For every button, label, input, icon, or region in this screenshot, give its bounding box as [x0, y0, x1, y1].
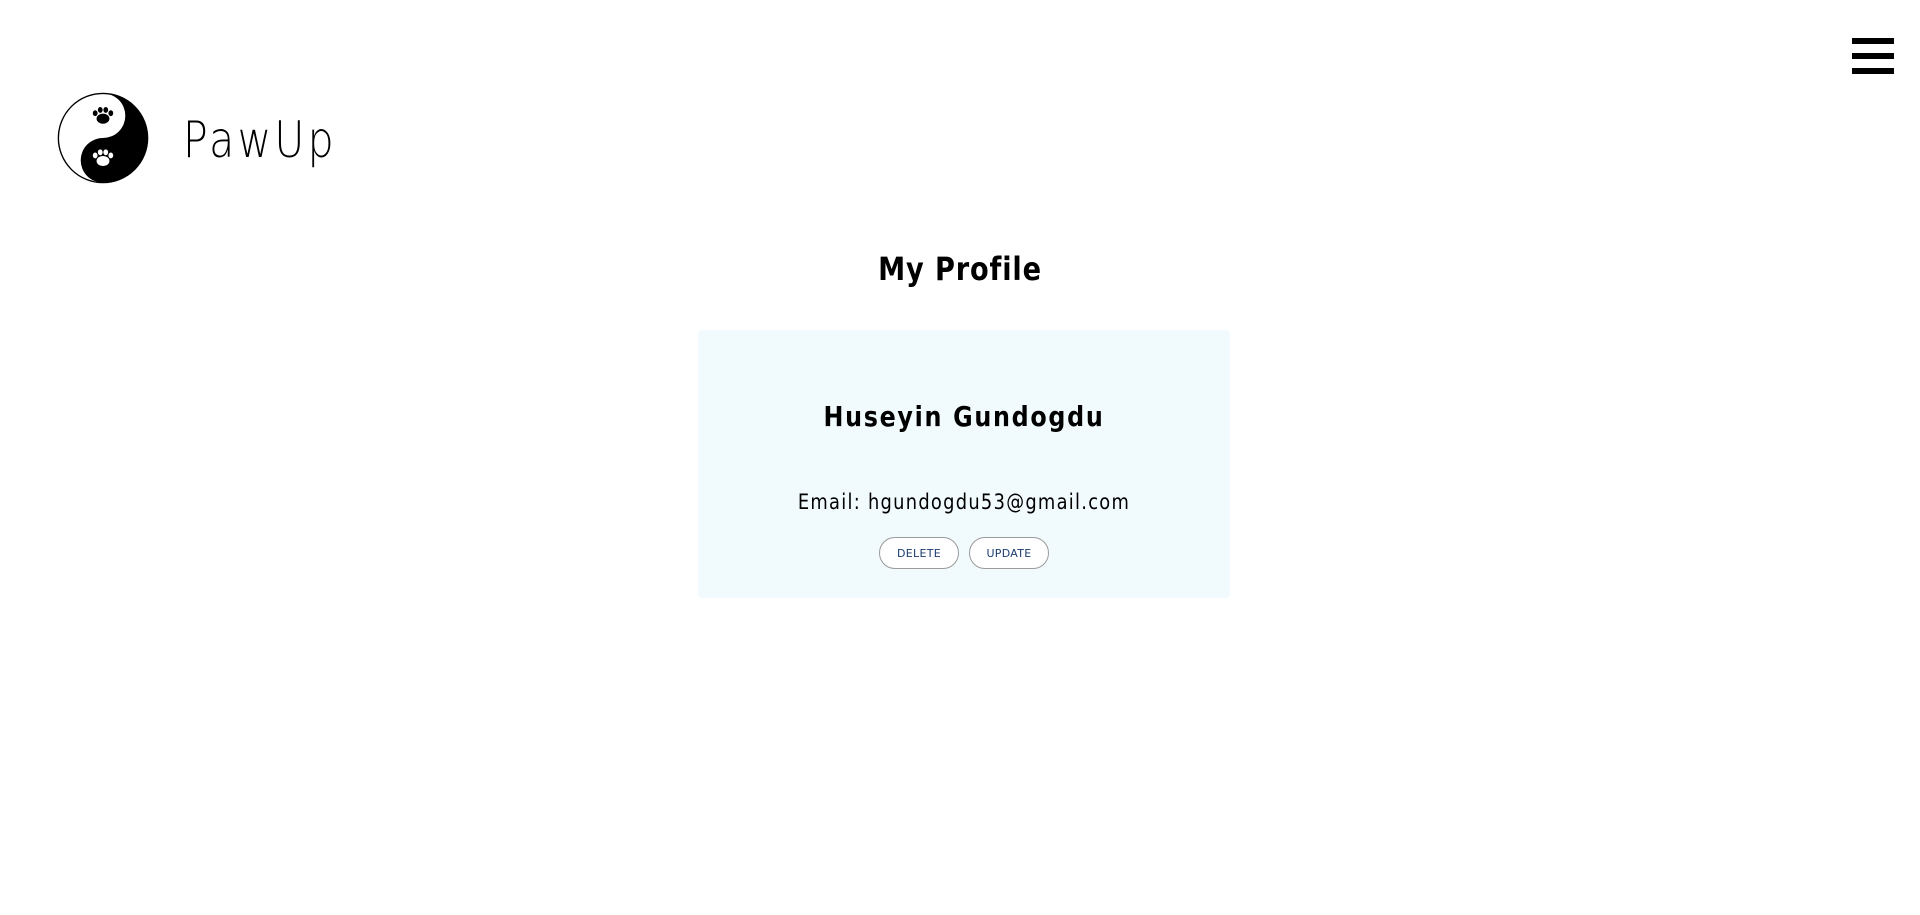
menu-bar	[1852, 68, 1894, 74]
yin-yang-paw-icon	[57, 92, 149, 184]
hamburger-menu-button[interactable]	[1852, 38, 1894, 74]
menu-bar	[1852, 38, 1894, 44]
profile-card: Huseyin Gundogdu Email: hgundogdu53@gmai…	[698, 330, 1230, 598]
page-title: My Profile	[878, 250, 1042, 288]
menu-bar	[1852, 53, 1894, 59]
profile-name: Huseyin Gundogdu	[823, 400, 1105, 433]
profile-email: Email: hgundogdu53@gmail.com	[797, 490, 1131, 514]
delete-button[interactable]: DELETE	[879, 537, 959, 569]
update-button[interactable]: UPDATE	[969, 537, 1049, 569]
profile-actions: DELETE UPDATE	[698, 537, 1230, 569]
brand-logo[interactable]: PawUp	[57, 92, 371, 184]
profile-page: PawUp My Profile Huseyin Gundogdu Email:…	[0, 0, 1920, 915]
brand-name: PawUp	[183, 111, 337, 169]
